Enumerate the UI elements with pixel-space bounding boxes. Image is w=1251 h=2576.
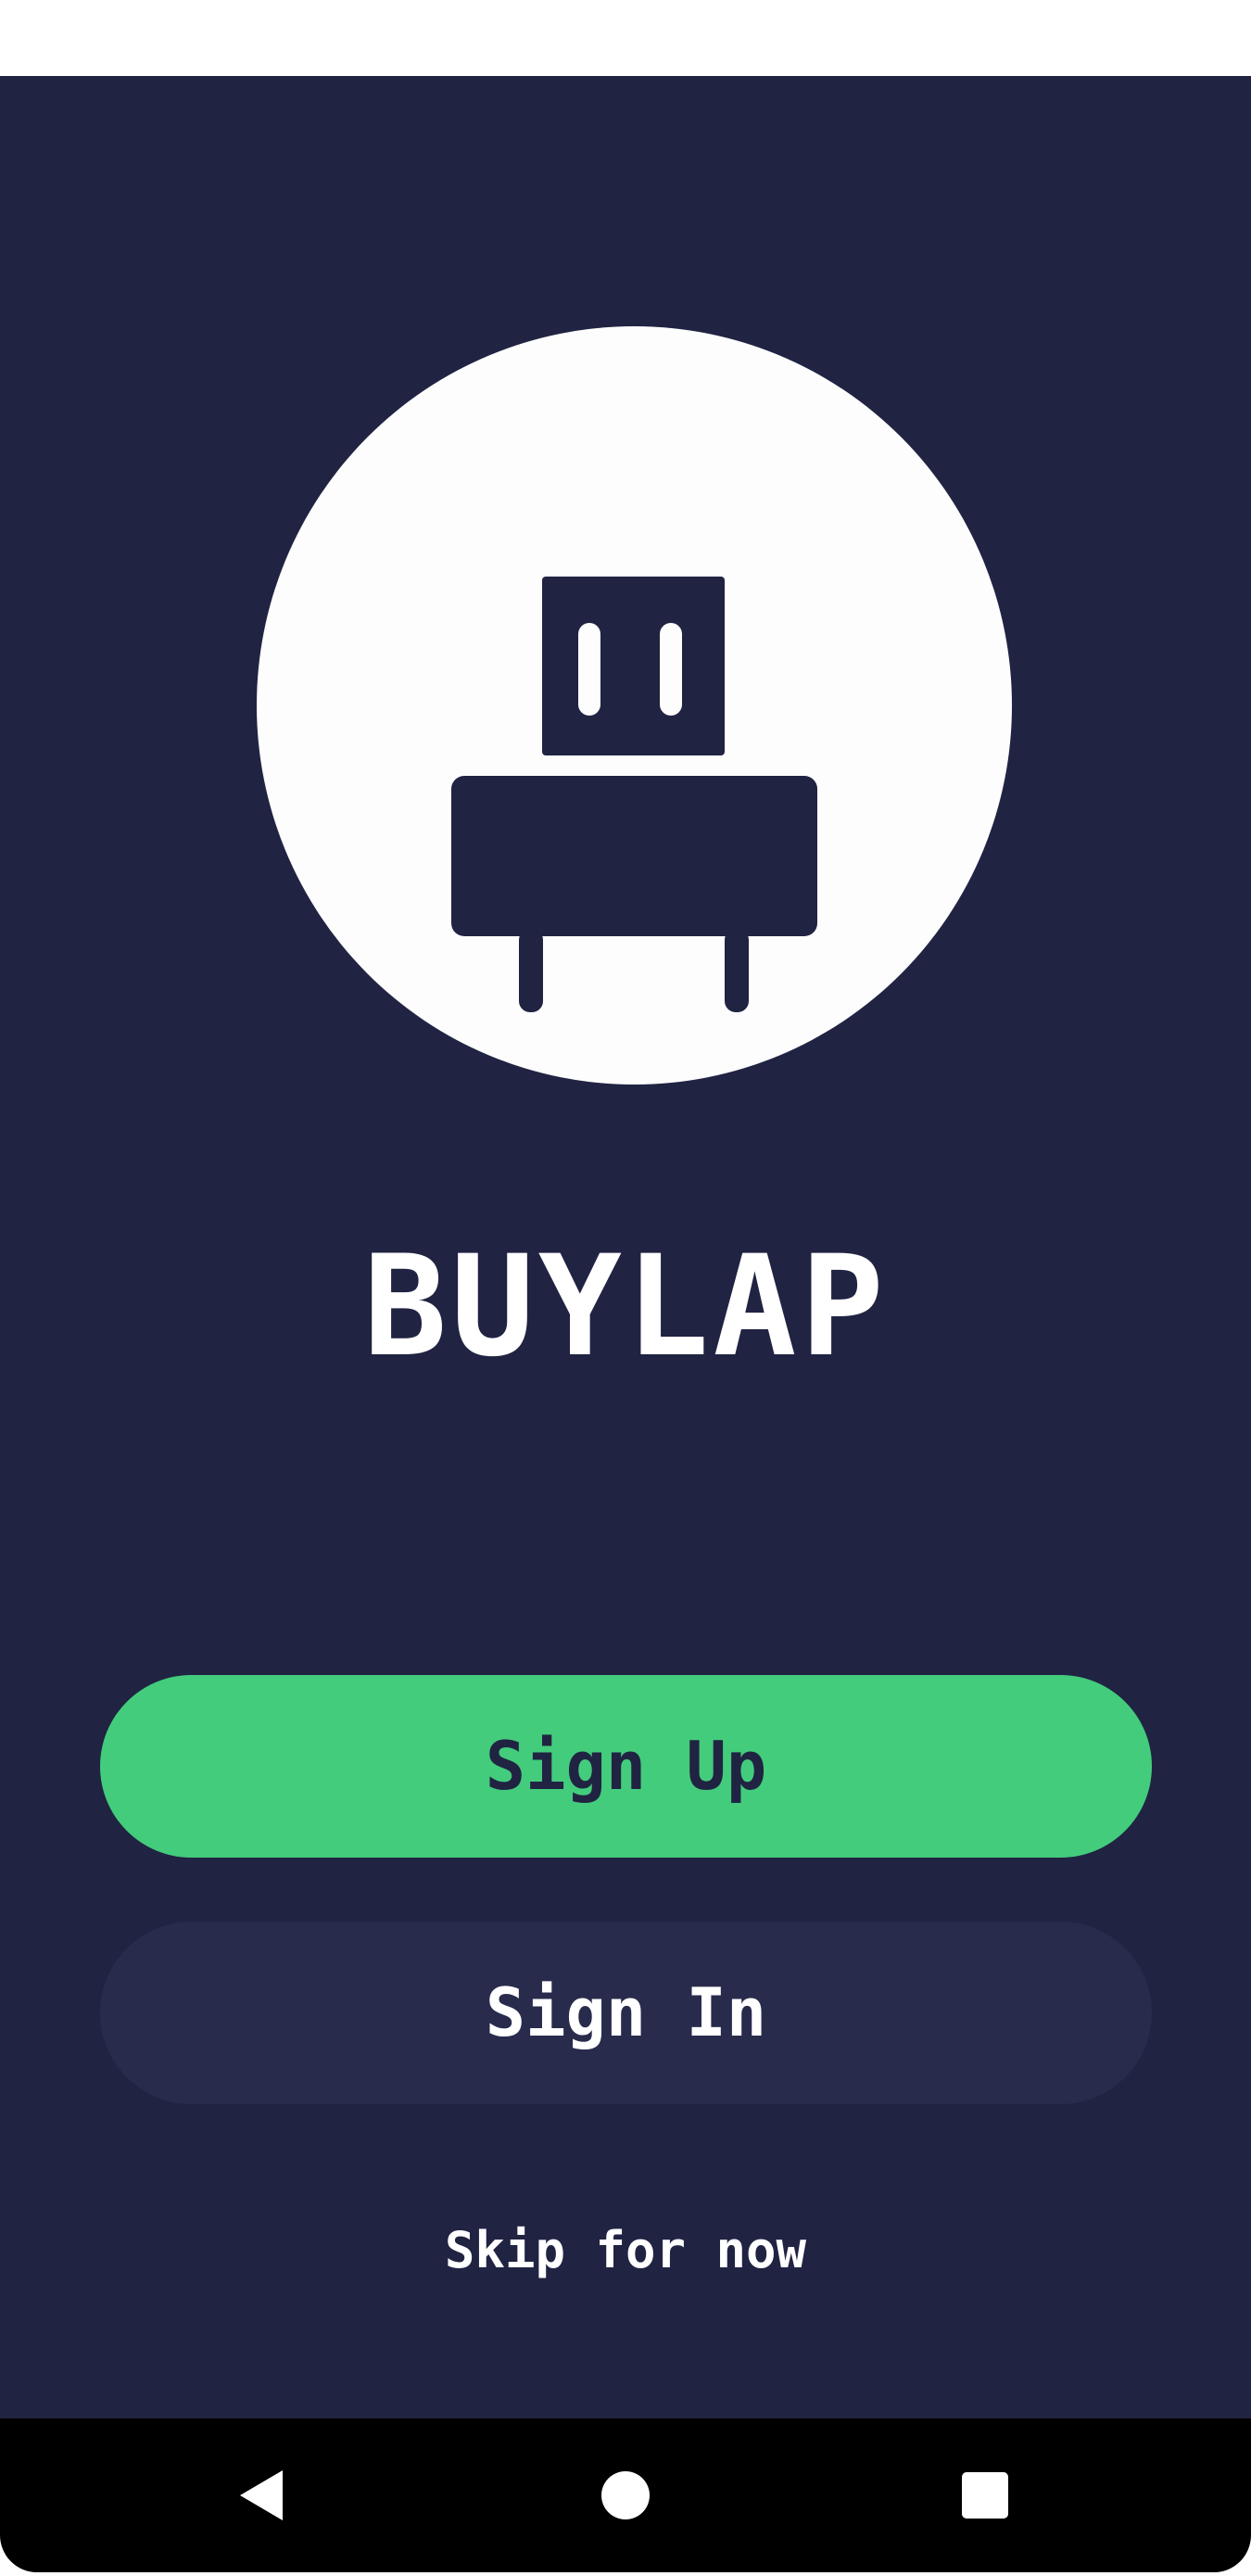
home-circle-icon bbox=[601, 2471, 650, 2519]
back-triangle-icon bbox=[240, 2470, 283, 2520]
recents-square-icon bbox=[962, 2472, 1008, 2519]
skip-for-now-link[interactable]: Skip for now bbox=[0, 2214, 1251, 2288]
system-navigation-bar bbox=[0, 2418, 1251, 2572]
app-logo bbox=[257, 326, 1012, 1085]
app-title: BUYLAP bbox=[363, 1226, 888, 1388]
sign-up-button[interactable]: Sign Up bbox=[100, 1675, 1152, 1858]
back-button[interactable] bbox=[170, 2418, 355, 2572]
power-plug-icon bbox=[451, 577, 817, 1012]
status-bar bbox=[0, 0, 1251, 76]
home-button[interactable] bbox=[533, 2418, 718, 2572]
sign-in-button[interactable]: Sign In bbox=[100, 1922, 1152, 2104]
recents-button[interactable] bbox=[892, 2418, 1078, 2572]
